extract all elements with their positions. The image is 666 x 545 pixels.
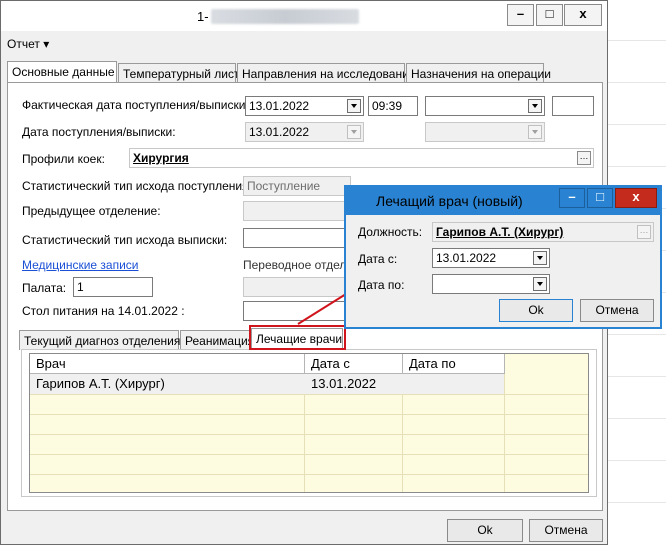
ellipsis-icon: … (637, 225, 651, 239)
position-label: Должность: (358, 225, 423, 239)
dialog-date-from-field[interactable]: 13.01.2022 (432, 248, 550, 268)
position-field: Гарипов А.Т. (Хирург) … (432, 222, 654, 242)
dialog-minimize-button[interactable]: – (559, 188, 585, 208)
dialog-ok-button[interactable]: Ok (499, 299, 573, 322)
dialog-date-from-label: Дата с: (358, 252, 398, 266)
dialog-title-bar: Лечащий врач (новый) – □ x (346, 187, 660, 215)
dialog-date-to-label: Дата по: (358, 278, 405, 292)
chevron-down-icon[interactable] (533, 277, 547, 291)
chevron-down-icon[interactable] (533, 251, 547, 265)
dialog-close-button[interactable]: x (615, 188, 657, 208)
dialog-date-from-value: 13.01.2022 (436, 251, 497, 265)
dialog-title: Лечащий врач (новый) (376, 193, 523, 209)
dialog-maximize-button[interactable]: □ (587, 188, 613, 208)
position-value: Гарипов А.Т. (Хирург) (436, 225, 564, 239)
dialog-date-to-field[interactable] (432, 274, 550, 294)
dialog-cancel-button[interactable]: Отмена (580, 299, 654, 322)
attending-doctor-dialog: Лечащий врач (новый) – □ x Должность: Га… (344, 185, 662, 329)
